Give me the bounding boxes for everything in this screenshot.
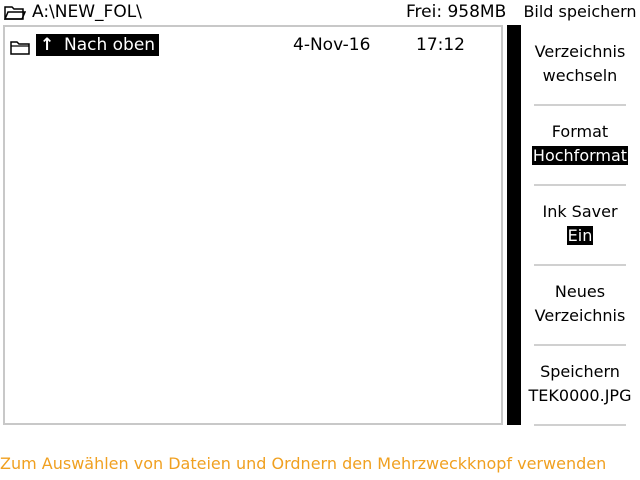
menu-item-label: Verzeichnis <box>534 42 626 61</box>
current-path: A:\NEW_FOL\ <box>32 2 142 22</box>
menu-item-label: Neues <box>554 282 606 301</box>
menu-item-label: wechseln <box>542 66 618 85</box>
side-menu: Bild speichern Verzeichnis wechseln Form… <box>520 0 640 426</box>
menu-item-label: Verzeichnis <box>534 306 626 325</box>
menu-divider <box>534 344 626 346</box>
new-directory-button[interactable]: Neues Verzeichnis <box>534 280 626 360</box>
hint-text: Zum Auswählen von Dateien und Ordnern de… <box>0 454 607 473</box>
selected-item-name[interactable]: ↑ Nach oben <box>36 34 160 56</box>
menu-divider <box>534 104 626 106</box>
folder-icon <box>10 41 30 55</box>
menu-divider <box>534 264 626 266</box>
up-arrow-icon: ↑ <box>40 35 55 55</box>
format-value: Hochformat <box>531 146 629 165</box>
menu-divider <box>534 184 626 186</box>
save-button[interactable]: Speichern TEK0000.JPG <box>529 360 632 440</box>
change-directory-button[interactable]: Verzeichnis wechseln <box>534 40 626 120</box>
item-date: 4-Nov-16 <box>293 35 371 55</box>
menu-divider <box>534 424 626 426</box>
menu-title: Bild speichern <box>523 2 637 21</box>
ink-saver-button[interactable]: Ink Saver Ein <box>534 200 626 280</box>
menu-item-label: Format <box>551 122 609 141</box>
free-space-readout: Frei: 958MB <box>406 2 507 22</box>
header-bar: A:\NEW_FOL\ Frei: 958MB <box>0 0 520 25</box>
menu-item-label: Speichern <box>540 362 620 381</box>
save-filename: TEK0000.JPG <box>528 386 632 405</box>
item-name-label: Nach oben <box>64 35 156 55</box>
format-button[interactable]: Format Hochformat <box>531 120 629 200</box>
list-item[interactable]: ↑ Nach oben 4-Nov-16 17:12 <box>5 33 501 57</box>
folder-open-icon <box>4 6 26 20</box>
menu-item-label: Ink Saver <box>542 202 618 221</box>
file-list[interactable]: ↑ Nach oben 4-Nov-16 17:12 <box>3 25 503 425</box>
ink-saver-value: Ein <box>566 226 594 245</box>
item-time: 17:12 <box>416 35 465 55</box>
scrollbar[interactable] <box>507 25 521 425</box>
